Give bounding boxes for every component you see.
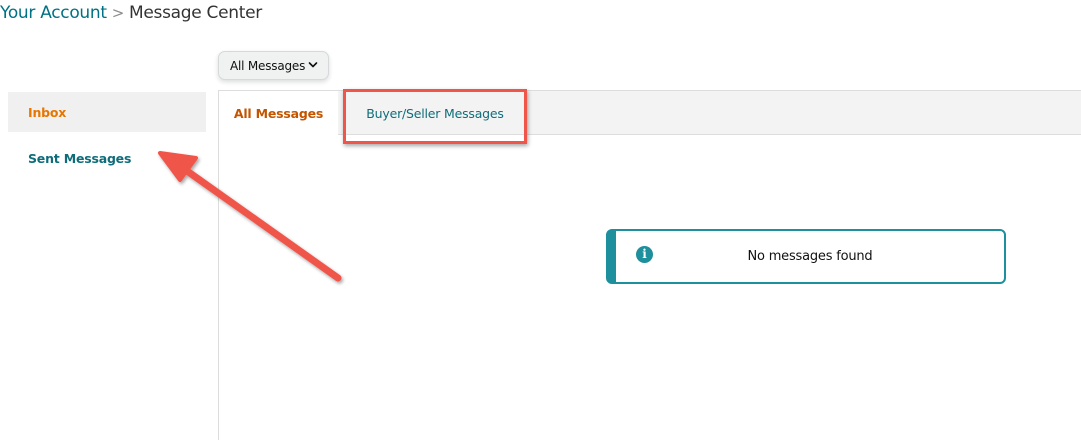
breadcrumb-current-page: Message Center (129, 3, 262, 23)
sidebar-item-sent-messages[interactable]: Sent Messages (8, 138, 206, 178)
annotation-arrow (158, 151, 342, 282)
tab-label: All Messages (233, 106, 324, 121)
tab-label: Buyer/Seller Messages (366, 105, 504, 121)
sidebar-item-label: Sent Messages (28, 150, 132, 166)
breadcrumb-your-account-link[interactable]: Your Account (0, 3, 107, 23)
chevron-down-icon (308, 62, 318, 68)
message-filter-selected: All Messages (230, 58, 306, 73)
breadcrumb: Your Account > Message Center (0, 2, 262, 24)
message-filter-dropdown[interactable]: All Messages (218, 51, 329, 80)
tab-all-messages[interactable]: All Messages (219, 91, 338, 136)
no-messages-alert: i No messages found (606, 229, 1006, 284)
content-divider (218, 90, 219, 440)
message-center-page: Your Account > Message Center All Messages… (0, 0, 1081, 440)
tab-buyer-seller-messages[interactable]: Buyer/Seller Messages (341, 91, 529, 135)
breadcrumb-separator: > (111, 4, 125, 22)
message-tab-bar: All Messages Buyer/Seller Messages (219, 90, 1081, 136)
sidebar-item-label: Inbox (28, 104, 67, 120)
sidebar-item-inbox[interactable]: Inbox (8, 92, 206, 132)
alert-message: No messages found (747, 249, 873, 264)
